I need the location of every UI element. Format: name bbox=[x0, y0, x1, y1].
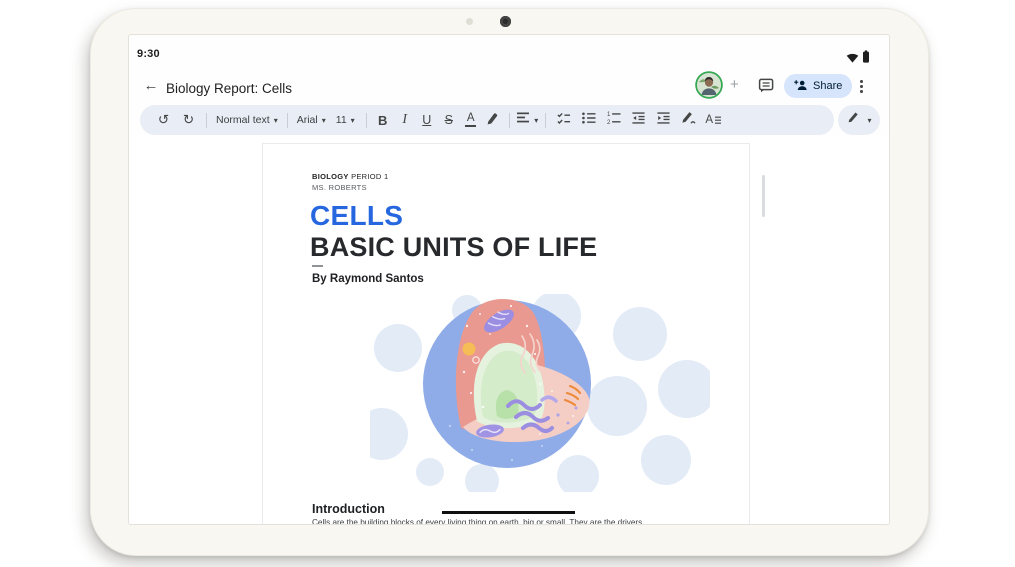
wifi-icon bbox=[846, 50, 859, 68]
redo-button[interactable]: ↻ bbox=[176, 108, 201, 132]
share-label: Share bbox=[813, 80, 842, 92]
bold-icon: B bbox=[378, 113, 387, 128]
document-title[interactable]: Biology Report: Cells bbox=[166, 81, 292, 96]
comment-button[interactable] bbox=[758, 78, 775, 98]
font-value: Arial bbox=[297, 114, 318, 126]
tablet-screen: 9:30 ← Biology Report: Cells + bbox=[129, 35, 889, 524]
strikethrough-icon: S bbox=[445, 113, 453, 127]
chevron-down-icon: ▾ bbox=[534, 116, 538, 125]
bold-button[interactable]: B bbox=[372, 108, 394, 132]
editing-mode-dropdown[interactable]: ▾ bbox=[838, 105, 880, 135]
bulleted-list-icon bbox=[581, 111, 596, 130]
chevron-down-icon: ▾ bbox=[351, 116, 355, 125]
align-left-icon bbox=[516, 111, 530, 129]
font-options-button[interactable]: A bbox=[701, 108, 726, 132]
text-color-icon: A bbox=[465, 113, 476, 128]
checklist-button[interactable] bbox=[551, 108, 576, 132]
doc-meta-line2: MS. ROBERTS bbox=[312, 183, 367, 192]
person-add-icon bbox=[794, 79, 808, 94]
doc-meta-line1: BIOLOGY PERIOD 1 bbox=[312, 172, 388, 181]
front-camera-icon bbox=[500, 16, 511, 27]
font-size-dropdown[interactable]: 11 ▾ bbox=[330, 108, 361, 132]
byline-divider bbox=[312, 265, 323, 267]
plus-icon: + bbox=[730, 76, 739, 93]
paragraph-style-value: Normal text bbox=[216, 114, 270, 126]
toolbar-divider bbox=[545, 113, 546, 128]
back-button[interactable]: ← bbox=[142, 76, 160, 94]
numbered-list-icon: 12 bbox=[606, 111, 621, 130]
font-options-icon: A bbox=[705, 114, 721, 126]
numbered-list-button[interactable]: 12 bbox=[601, 108, 626, 132]
decrease-indent-button[interactable] bbox=[626, 108, 651, 132]
pen-scribble-icon bbox=[680, 110, 697, 130]
align-dropdown[interactable]: ▾ bbox=[515, 108, 540, 132]
svg-text:1: 1 bbox=[607, 112, 611, 118]
status-icons bbox=[846, 50, 870, 68]
back-arrow-icon: ← bbox=[144, 77, 159, 94]
avatar[interactable] bbox=[697, 73, 721, 97]
increase-indent-button[interactable] bbox=[651, 108, 676, 132]
cell-illustration-image[interactable] bbox=[370, 294, 710, 492]
typing-indicator-line bbox=[442, 511, 575, 514]
strikethrough-button[interactable]: S bbox=[438, 108, 460, 132]
doc-subheading: BASIC UNITS OF LIFE bbox=[310, 232, 597, 263]
underline-button[interactable]: U bbox=[416, 108, 438, 132]
toolbar-divider bbox=[366, 113, 367, 128]
section-heading: Introduction bbox=[312, 502, 385, 516]
highlighter-icon bbox=[485, 110, 500, 130]
light-sensor-dot bbox=[466, 18, 473, 25]
undo-button[interactable]: ↺ bbox=[151, 108, 176, 132]
doc-byline: By Raymond Santos bbox=[312, 273, 424, 285]
docs-canvas: BIOLOGY PERIOD 1 MS. ROBERTS CELLS BASIC… bbox=[129, 135, 889, 524]
chevron-down-icon: ▾ bbox=[322, 116, 326, 125]
overflow-menu-button[interactable] bbox=[860, 79, 863, 94]
italic-icon: I bbox=[402, 112, 407, 128]
indent-icon bbox=[656, 111, 671, 130]
formatting-toolbar: ↺ ↻ Normal text ▾ Arial ▾ 11 ▾ B I U S A bbox=[140, 105, 834, 135]
highlight-color-button[interactable] bbox=[482, 108, 504, 132]
toolbar-divider bbox=[287, 113, 288, 128]
document-page[interactable]: BIOLOGY PERIOD 1 MS. ROBERTS CELLS BASIC… bbox=[262, 143, 750, 524]
svg-text:2: 2 bbox=[607, 119, 611, 124]
body-paragraph: Cells are the building blocks of every l… bbox=[312, 518, 722, 524]
paragraph-style-dropdown[interactable]: Normal text ▾ bbox=[212, 108, 282, 132]
pencil-icon bbox=[846, 111, 860, 130]
comment-icon bbox=[758, 80, 775, 97]
text-color-button[interactable]: A bbox=[460, 108, 482, 132]
font-size-value: 11 bbox=[336, 114, 347, 126]
outdent-icon bbox=[631, 111, 646, 130]
status-clock: 9:30 bbox=[137, 48, 160, 60]
toolbar-divider bbox=[206, 113, 207, 128]
underline-icon: U bbox=[422, 113, 431, 127]
tablet-device: 9:30 ← Biology Report: Cells + bbox=[90, 8, 929, 556]
chevron-down-icon: ▾ bbox=[867, 116, 871, 125]
battery-icon bbox=[862, 50, 870, 68]
share-button[interactable]: Share bbox=[784, 74, 852, 98]
chevron-down-icon: ▾ bbox=[274, 116, 278, 125]
italic-button[interactable]: I bbox=[394, 108, 416, 132]
add-people-button[interactable]: + bbox=[730, 76, 739, 94]
font-dropdown[interactable]: Arial ▾ bbox=[293, 108, 330, 132]
scrollbar[interactable] bbox=[762, 175, 765, 217]
checklist-icon bbox=[556, 111, 571, 130]
bulleted-list-button[interactable] bbox=[576, 108, 601, 132]
scribble-button[interactable] bbox=[676, 108, 701, 132]
doc-heading-cells: CELLS bbox=[310, 200, 403, 232]
undo-icon: ↺ bbox=[158, 113, 169, 127]
redo-icon: ↻ bbox=[183, 113, 194, 127]
toolbar-divider bbox=[509, 113, 510, 128]
